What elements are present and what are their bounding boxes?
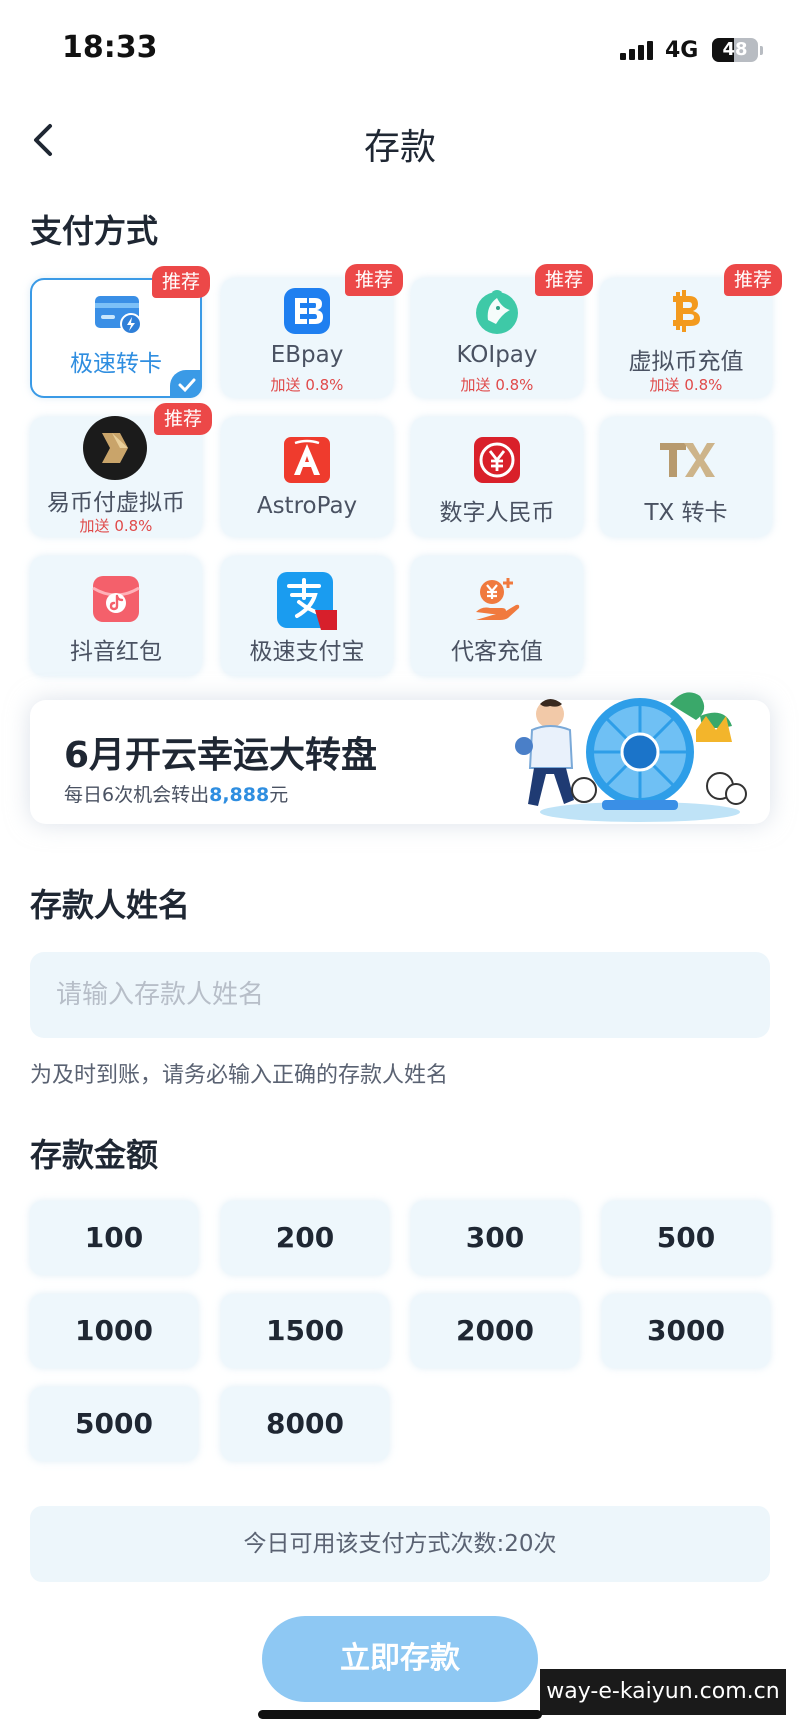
amount-option-8000[interactable]: 8000 (221, 1387, 389, 1461)
payment-method-title: 支付方式 (30, 212, 159, 250)
digital-rmb-icon (474, 437, 520, 483)
astropay-icon (284, 437, 330, 483)
payment-method-label: 极速支付宝 (249, 639, 365, 665)
payment-method-label: 代客充值 (451, 639, 543, 665)
status-bar: 18:33 4G 48 (0, 0, 800, 100)
depositor-name-hint: 为及时到账，请务必输入正确的存款人姓名 (30, 1063, 449, 1088)
promo-subtitle-suffix: 元 (269, 784, 289, 806)
battery-icon: 48 (712, 38, 758, 62)
amount-option-200[interactable]: 200 (221, 1201, 389, 1275)
yibifu-icon (83, 416, 147, 480)
recommended-badge: 推荐 (152, 266, 210, 298)
status-time: 18:33 (62, 30, 158, 65)
payment-method-astropay[interactable]: AstroPay (221, 417, 393, 537)
promo-amount: 8,888 (209, 784, 270, 806)
payment-method-fast-alipay[interactable]: 极速支付宝 (221, 556, 393, 676)
tx-logo-icon (660, 443, 715, 477)
card-bolt-icon (95, 296, 142, 335)
payment-method-bonus: 加送 0.8% (649, 376, 723, 394)
payment-method-label: EBpay (270, 342, 344, 368)
signal-icon (620, 40, 656, 60)
promo-title: 6月开云幸运大转盘 (64, 735, 378, 776)
depositor-name-title: 存款人姓名 (30, 886, 191, 924)
network-type: 4G (665, 38, 699, 63)
amount-option-2000[interactable]: 2000 (411, 1294, 579, 1368)
promo-subtitle-prefix: 每日6次机会转出 (64, 784, 210, 806)
payment-method-ebpay[interactable]: EBpay 加送 0.8% 推荐 (221, 264, 403, 398)
recommended-badge: 推荐 (154, 403, 212, 435)
selected-check-icon (170, 370, 202, 398)
payment-method-label: 抖音红包 (70, 639, 162, 665)
recommended-badge: 推荐 (535, 264, 593, 296)
payment-method-label: 虚拟币充值 (628, 349, 744, 375)
payment-method-crypto[interactable]: 虚拟币充值 加送 0.8% 推荐 (600, 264, 782, 398)
lucky-wheel-promo-banner[interactable]: 6月开云幸运大转盘 每日6次机会转出8,888元 (30, 692, 770, 824)
watermark: way-e-kaiyun.com.cn (540, 1669, 786, 1715)
amount-option-5000[interactable]: 5000 (30, 1387, 198, 1461)
alipay-icon (277, 572, 337, 630)
payment-method-label: AstroPay (256, 493, 358, 519)
battery-tip (760, 46, 763, 55)
payment-method-koipay[interactable]: KOIpay 加送 0.8% 推荐 (411, 264, 593, 398)
payment-method-bonus: 加送 0.8% (79, 517, 153, 535)
lucky-wheel-illustration (515, 692, 747, 822)
douyin-redpacket-icon (92, 576, 140, 622)
payment-method-bonus: 加送 0.8% (270, 376, 344, 394)
payment-method-bonus: 加送 0.8% (460, 376, 534, 394)
koi-fish-icon (476, 290, 518, 334)
home-indicator (258, 1710, 542, 1719)
payment-method-douyin[interactable]: 抖音红包 (30, 556, 202, 676)
battery-percent: 48 (722, 39, 748, 60)
payment-method-agent-topup[interactable]: 代客充值 (411, 556, 583, 676)
bitcoin-icon (673, 290, 700, 332)
payment-method-yibifu[interactable]: 易币付虚拟币 加送 0.8% 推荐 (30, 403, 212, 537)
amount-option-1000[interactable]: 1000 (30, 1294, 198, 1368)
amount-option-100[interactable]: 100 (30, 1201, 198, 1275)
deposit-amount-title: 存款金额 (30, 1136, 159, 1174)
payment-method-label: TX 转卡 (644, 500, 728, 526)
daily-usage-info: 今日可用该支付方式次数:20次 (30, 1506, 770, 1582)
amount-option-3000[interactable]: 3000 (602, 1294, 770, 1368)
promo-subtitle: 每日6次机会转出8,888元 (64, 780, 288, 807)
recommended-badge: 推荐 (345, 264, 403, 296)
payment-method-tx-card[interactable]: TX 转卡 (600, 417, 772, 537)
amount-option-300[interactable]: 300 (411, 1201, 579, 1275)
amount-option-1500[interactable]: 1500 (221, 1294, 389, 1368)
payment-method-label: KOIpay (456, 342, 538, 368)
amount-option-500[interactable]: 500 (602, 1201, 770, 1275)
depositor-name-input[interactable] (30, 952, 770, 1038)
recommended-badge: 推荐 (724, 264, 782, 296)
page-title: 存款 (363, 127, 436, 168)
ebpay-icon (284, 288, 330, 334)
agent-topup-icon (476, 578, 520, 620)
payment-method-label: 易币付虚拟币 (47, 490, 185, 516)
payment-method-fast-card[interactable]: 极速转卡 推荐 (30, 266, 210, 398)
payment-method-digital-rmb[interactable]: 数字人民币 (411, 417, 583, 537)
deposit-now-button[interactable]: 立即存款 (262, 1616, 538, 1702)
payment-method-label: 数字人民币 (439, 500, 555, 526)
